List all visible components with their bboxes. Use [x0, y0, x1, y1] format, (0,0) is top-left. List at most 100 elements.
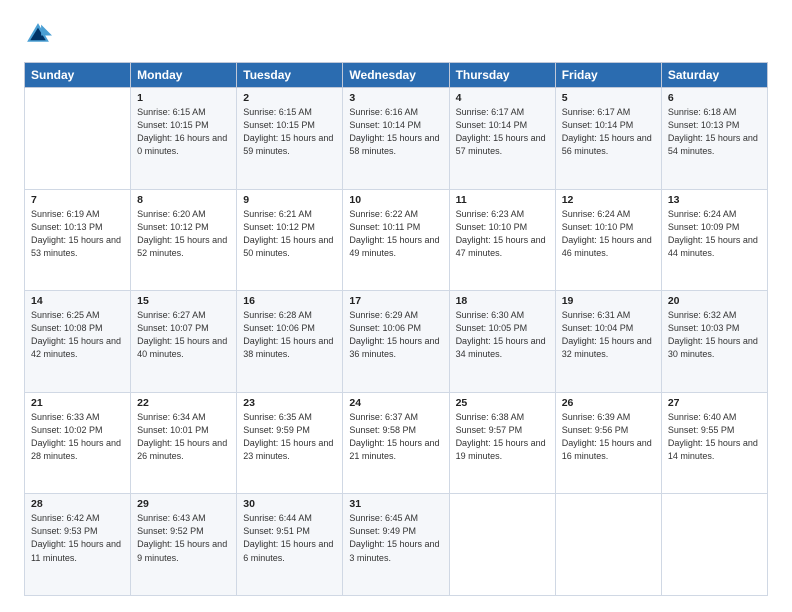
cell-info: Sunrise: 6:30 AMSunset: 10:05 PMDaylight…: [456, 309, 549, 361]
cell-info: Sunrise: 6:19 AMSunset: 10:13 PMDaylight…: [31, 208, 124, 260]
day-number: 21: [31, 397, 124, 409]
day-number: 16: [243, 295, 336, 307]
cell-info: Sunrise: 6:16 AMSunset: 10:14 PMDaylight…: [349, 106, 442, 158]
calendar-cell: 4 Sunrise: 6:17 AMSunset: 10:14 PMDayligh…: [449, 88, 555, 190]
calendar-cell: 31 Sunrise: 6:45 AMSunset: 9:49 PMDayligh…: [343, 494, 449, 596]
calendar-cell: [661, 494, 767, 596]
day-number: 26: [562, 397, 655, 409]
day-number: 19: [562, 295, 655, 307]
calendar-cell: 8Sunrise: 6:20 AMSunset: 10:12 PMDayligh…: [131, 189, 237, 291]
calendar-row: 28 Sunrise: 6:42 AMSunset: 9:53 PMDayligh…: [25, 494, 768, 596]
calendar-cell: 21 Sunrise: 6:33 AMSunset: 10:02 PMDaylig…: [25, 392, 131, 494]
cell-info: Sunrise: 6:31 AMSunset: 10:04 PMDaylight…: [562, 309, 655, 361]
calendar-cell: 7 Sunrise: 6:19 AMSunset: 10:13 PMDayligh…: [25, 189, 131, 291]
calendar-cell: 23 Sunrise: 6:35 AMSunset: 9:59 PMDayligh…: [237, 392, 343, 494]
day-number: 11: [456, 194, 549, 206]
day-number: 17: [349, 295, 442, 307]
day-number: 7: [31, 194, 124, 206]
calendar-cell: 18 Sunrise: 6:30 AMSunset: 10:05 PMDaylig…: [449, 291, 555, 393]
calendar-table: SundayMondayTuesdayWednesdayThursdayFrid…: [24, 62, 768, 596]
day-number: 9: [243, 194, 336, 206]
cell-info: Sunrise: 6:39 AMSunset: 9:56 PMDaylight:…: [562, 411, 655, 463]
calendar-cell: 26 Sunrise: 6:39 AMSunset: 9:56 PMDayligh…: [555, 392, 661, 494]
calendar-cell: 22Sunrise: 6:34 AMSunset: 10:01 PMDaylig…: [131, 392, 237, 494]
cell-info: Sunrise: 6:37 AMSunset: 9:58 PMDaylight:…: [349, 411, 442, 463]
calendar-cell: 14 Sunrise: 6:25 AMSunset: 10:08 PMDaylig…: [25, 291, 131, 393]
day-number: 14: [31, 295, 124, 307]
day-number: 15: [137, 295, 230, 307]
cell-info: Sunrise: 6:27 AMSunset: 10:07 PMDaylight…: [137, 309, 230, 361]
day-number: 6: [668, 92, 761, 104]
day-number: 13: [668, 194, 761, 206]
day-number: 18: [456, 295, 549, 307]
calendar-cell: 19 Sunrise: 6:31 AMSunset: 10:04 PMDaylig…: [555, 291, 661, 393]
day-number: 27: [668, 397, 761, 409]
day-number: 22: [137, 397, 230, 409]
calendar-cell: 29 Sunrise: 6:43 AMSunset: 9:52 PMDayligh…: [131, 494, 237, 596]
calendar-row: 7 Sunrise: 6:19 AMSunset: 10:13 PMDayligh…: [25, 189, 768, 291]
calendar-cell: 24 Sunrise: 6:37 AMSunset: 9:58 PMDayligh…: [343, 392, 449, 494]
calendar-cell: 15 Sunrise: 6:27 AMSunset: 10:07 PMDaylig…: [131, 291, 237, 393]
day-number: 28: [31, 498, 124, 510]
day-number: 31: [349, 498, 442, 510]
day-number: 3: [349, 92, 442, 104]
cell-info: Sunrise: 6:33 AMSunset: 10:02 PMDaylight…: [31, 411, 124, 463]
calendar-cell: 13 Sunrise: 6:24 AMSunset: 10:09 PMDaylig…: [661, 189, 767, 291]
logo-icon: [24, 20, 52, 48]
cell-info: Sunrise: 6:43 AMSunset: 9:52 PMDaylight:…: [137, 512, 230, 564]
day-number: 25: [456, 397, 549, 409]
cell-info: Sunrise: 6:18 AMSunset: 10:13 PMDaylight…: [668, 106, 761, 158]
calendar-cell: 2 Sunrise: 6:15 AMSunset: 10:15 PMDayligh…: [237, 88, 343, 190]
cell-info: Sunrise: 6:15 AMSunset: 10:15 PMDaylight…: [243, 106, 336, 158]
calendar-cell: 27 Sunrise: 6:40 AMSunset: 9:55 PMDayligh…: [661, 392, 767, 494]
cell-info: Sunrise: 6:44 AMSunset: 9:51 PMDaylight:…: [243, 512, 336, 564]
cell-info: Sunrise: 6:17 AMSunset: 10:14 PMDaylight…: [456, 106, 549, 158]
col-header-wednesday: Wednesday: [343, 63, 449, 88]
col-header-sunday: Sunday: [25, 63, 131, 88]
calendar-cell: 30Sunrise: 6:44 AMSunset: 9:51 PMDayligh…: [237, 494, 343, 596]
day-number: 10: [349, 194, 442, 206]
calendar-cell: 5Sunrise: 6:17 AMSunset: 10:14 PMDayligh…: [555, 88, 661, 190]
cell-info: Sunrise: 6:23 AMSunset: 10:10 PMDaylight…: [456, 208, 549, 260]
day-number: 1: [137, 92, 230, 104]
cell-info: Sunrise: 6:35 AMSunset: 9:59 PMDaylight:…: [243, 411, 336, 463]
cell-info: Sunrise: 6:15 AMSunset: 10:15 PMDaylight…: [137, 106, 230, 158]
col-header-friday: Friday: [555, 63, 661, 88]
day-number: 2: [243, 92, 336, 104]
calendar-header-row: SundayMondayTuesdayWednesdayThursdayFrid…: [25, 63, 768, 88]
cell-info: Sunrise: 6:45 AMSunset: 9:49 PMDaylight:…: [349, 512, 442, 564]
cell-info: Sunrise: 6:22 AMSunset: 10:11 PMDaylight…: [349, 208, 442, 260]
cell-info: Sunrise: 6:24 AMSunset: 10:10 PMDaylight…: [562, 208, 655, 260]
page: SundayMondayTuesdayWednesdayThursdayFrid…: [0, 0, 792, 612]
cell-info: Sunrise: 6:24 AMSunset: 10:09 PMDaylight…: [668, 208, 761, 260]
cell-info: Sunrise: 6:42 AMSunset: 9:53 PMDaylight:…: [31, 512, 124, 564]
day-number: 5: [562, 92, 655, 104]
day-number: 20: [668, 295, 761, 307]
cell-info: Sunrise: 6:40 AMSunset: 9:55 PMDaylight:…: [668, 411, 761, 463]
col-header-saturday: Saturday: [661, 63, 767, 88]
col-header-thursday: Thursday: [449, 63, 555, 88]
calendar-cell: [449, 494, 555, 596]
cell-info: Sunrise: 6:28 AMSunset: 10:06 PMDaylight…: [243, 309, 336, 361]
calendar-cell: 1 Sunrise: 6:15 AMSunset: 10:15 PMDayligh…: [131, 88, 237, 190]
day-number: 24: [349, 397, 442, 409]
cell-info: Sunrise: 6:20 AMSunset: 10:12 PMDaylight…: [137, 208, 230, 260]
calendar-cell: 17Sunrise: 6:29 AMSunset: 10:06 PMDaylig…: [343, 291, 449, 393]
day-number: 23: [243, 397, 336, 409]
col-header-monday: Monday: [131, 63, 237, 88]
day-number: 29: [137, 498, 230, 510]
calendar-row: 1 Sunrise: 6:15 AMSunset: 10:15 PMDayligh…: [25, 88, 768, 190]
header: [24, 20, 768, 48]
logo: [24, 20, 56, 48]
day-number: 4: [456, 92, 549, 104]
calendar-cell: 9 Sunrise: 6:21 AMSunset: 10:12 PMDayligh…: [237, 189, 343, 291]
calendar-cell: 3 Sunrise: 6:16 AMSunset: 10:14 PMDayligh…: [343, 88, 449, 190]
calendar-cell: 28 Sunrise: 6:42 AMSunset: 9:53 PMDayligh…: [25, 494, 131, 596]
cell-info: Sunrise: 6:25 AMSunset: 10:08 PMDaylight…: [31, 309, 124, 361]
calendar-cell: 16 Sunrise: 6:28 AMSunset: 10:06 PMDaylig…: [237, 291, 343, 393]
calendar-cell: [25, 88, 131, 190]
calendar-cell: 20Sunrise: 6:32 AMSunset: 10:03 PMDaylig…: [661, 291, 767, 393]
calendar-row: 21 Sunrise: 6:33 AMSunset: 10:02 PMDaylig…: [25, 392, 768, 494]
cell-info: Sunrise: 6:21 AMSunset: 10:12 PMDaylight…: [243, 208, 336, 260]
calendar-cell: 10 Sunrise: 6:22 AMSunset: 10:11 PMDaylig…: [343, 189, 449, 291]
